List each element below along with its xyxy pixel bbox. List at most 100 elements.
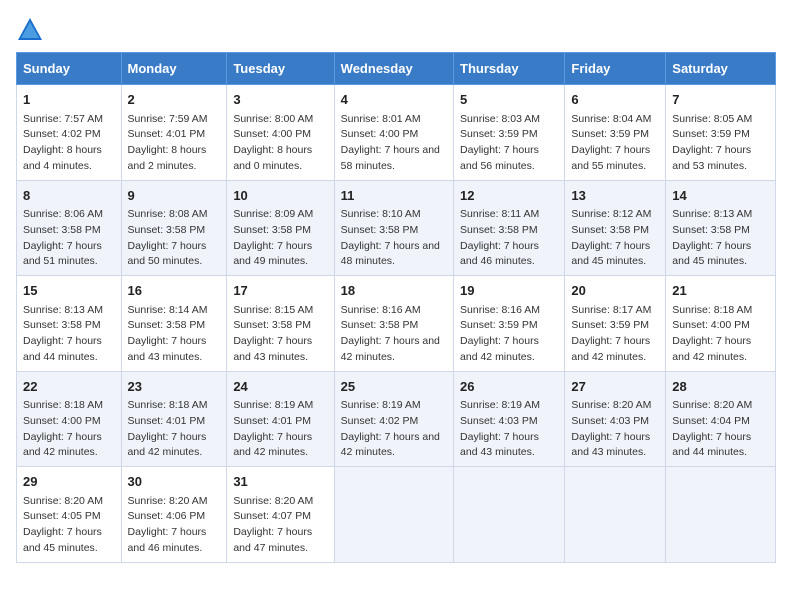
calendar-cell: 9Sunrise: 8:08 AMSunset: 3:58 PMDaylight…: [121, 180, 227, 276]
day-number: 27: [571, 377, 659, 397]
day-number: 17: [233, 281, 327, 301]
day-number: 22: [23, 377, 115, 397]
calendar-cell: 27Sunrise: 8:20 AMSunset: 4:03 PMDayligh…: [565, 371, 666, 467]
calendar-cell: 15Sunrise: 8:13 AMSunset: 3:58 PMDayligh…: [17, 276, 122, 372]
calendar-cell: 14Sunrise: 8:13 AMSunset: 3:58 PMDayligh…: [666, 180, 776, 276]
day-number: 21: [672, 281, 769, 301]
header-wednesday: Wednesday: [334, 53, 453, 85]
day-number: 12: [460, 186, 558, 206]
calendar-cell: 22Sunrise: 8:18 AMSunset: 4:00 PMDayligh…: [17, 371, 122, 467]
calendar-cell: 18Sunrise: 8:16 AMSunset: 3:58 PMDayligh…: [334, 276, 453, 372]
day-number: 15: [23, 281, 115, 301]
day-number: 26: [460, 377, 558, 397]
header-saturday: Saturday: [666, 53, 776, 85]
day-number: 6: [571, 90, 659, 110]
cell-info: Sunrise: 8:19 AMSunset: 4:02 PMDaylight:…: [341, 398, 447, 461]
calendar-cell: [334, 467, 453, 563]
cell-info: Sunrise: 8:01 AMSunset: 4:00 PMDaylight:…: [341, 112, 447, 175]
cell-info: Sunrise: 8:18 AMSunset: 4:00 PMDaylight:…: [672, 303, 769, 366]
cell-info: Sunrise: 8:18 AMSunset: 4:00 PMDaylight:…: [23, 398, 115, 461]
header-thursday: Thursday: [454, 53, 565, 85]
calendar-week-4: 22Sunrise: 8:18 AMSunset: 4:00 PMDayligh…: [17, 371, 776, 467]
calendar-cell: 26Sunrise: 8:19 AMSunset: 4:03 PMDayligh…: [454, 371, 565, 467]
calendar-cell: 19Sunrise: 8:16 AMSunset: 3:59 PMDayligh…: [454, 276, 565, 372]
header-tuesday: Tuesday: [227, 53, 334, 85]
cell-info: Sunrise: 8:03 AMSunset: 3:59 PMDaylight:…: [460, 112, 558, 175]
day-number: 11: [341, 186, 447, 206]
header-row: SundayMondayTuesdayWednesdayThursdayFrid…: [17, 53, 776, 85]
cell-info: Sunrise: 8:13 AMSunset: 3:58 PMDaylight:…: [23, 303, 115, 366]
cell-info: Sunrise: 8:14 AMSunset: 3:58 PMDaylight:…: [128, 303, 221, 366]
calendar-cell: [454, 467, 565, 563]
day-number: 24: [233, 377, 327, 397]
day-number: 25: [341, 377, 447, 397]
cell-info: Sunrise: 8:11 AMSunset: 3:58 PMDaylight:…: [460, 207, 558, 270]
calendar-cell: 30Sunrise: 8:20 AMSunset: 4:06 PMDayligh…: [121, 467, 227, 563]
calendar-cell: 13Sunrise: 8:12 AMSunset: 3:58 PMDayligh…: [565, 180, 666, 276]
header-sunday: Sunday: [17, 53, 122, 85]
calendar-cell: [666, 467, 776, 563]
day-number: 23: [128, 377, 221, 397]
calendar-cell: 20Sunrise: 8:17 AMSunset: 3:59 PMDayligh…: [565, 276, 666, 372]
cell-info: Sunrise: 8:08 AMSunset: 3:58 PMDaylight:…: [128, 207, 221, 270]
header-friday: Friday: [565, 53, 666, 85]
calendar-cell: 17Sunrise: 8:15 AMSunset: 3:58 PMDayligh…: [227, 276, 334, 372]
day-number: 18: [341, 281, 447, 301]
day-number: 13: [571, 186, 659, 206]
calendar-cell: 28Sunrise: 8:20 AMSunset: 4:04 PMDayligh…: [666, 371, 776, 467]
day-number: 16: [128, 281, 221, 301]
logo-icon: [16, 16, 44, 44]
day-number: 1: [23, 90, 115, 110]
day-number: 20: [571, 281, 659, 301]
cell-info: Sunrise: 8:17 AMSunset: 3:59 PMDaylight:…: [571, 303, 659, 366]
day-number: 7: [672, 90, 769, 110]
calendar-cell: 23Sunrise: 8:18 AMSunset: 4:01 PMDayligh…: [121, 371, 227, 467]
page-header: [16, 16, 776, 44]
calendar-cell: 21Sunrise: 8:18 AMSunset: 4:00 PMDayligh…: [666, 276, 776, 372]
cell-info: Sunrise: 8:04 AMSunset: 3:59 PMDaylight:…: [571, 112, 659, 175]
logo: [16, 16, 48, 44]
cell-info: Sunrise: 8:20 AMSunset: 4:07 PMDaylight:…: [233, 494, 327, 557]
calendar-week-3: 15Sunrise: 8:13 AMSunset: 3:58 PMDayligh…: [17, 276, 776, 372]
cell-info: Sunrise: 8:12 AMSunset: 3:58 PMDaylight:…: [571, 207, 659, 270]
calendar-cell: 8Sunrise: 8:06 AMSunset: 3:58 PMDaylight…: [17, 180, 122, 276]
calendar-cell: 25Sunrise: 8:19 AMSunset: 4:02 PMDayligh…: [334, 371, 453, 467]
calendar-week-5: 29Sunrise: 8:20 AMSunset: 4:05 PMDayligh…: [17, 467, 776, 563]
calendar-cell: 10Sunrise: 8:09 AMSunset: 3:58 PMDayligh…: [227, 180, 334, 276]
cell-info: Sunrise: 8:09 AMSunset: 3:58 PMDaylight:…: [233, 207, 327, 270]
day-number: 29: [23, 472, 115, 492]
cell-info: Sunrise: 8:19 AMSunset: 4:01 PMDaylight:…: [233, 398, 327, 461]
cell-info: Sunrise: 8:20 AMSunset: 4:03 PMDaylight:…: [571, 398, 659, 461]
calendar-cell: 4Sunrise: 8:01 AMSunset: 4:00 PMDaylight…: [334, 85, 453, 181]
calendar-cell: 24Sunrise: 8:19 AMSunset: 4:01 PMDayligh…: [227, 371, 334, 467]
day-number: 8: [23, 186, 115, 206]
day-number: 5: [460, 90, 558, 110]
cell-info: Sunrise: 8:06 AMSunset: 3:58 PMDaylight:…: [23, 207, 115, 270]
cell-info: Sunrise: 7:57 AMSunset: 4:02 PMDaylight:…: [23, 112, 115, 175]
cell-info: Sunrise: 7:59 AMSunset: 4:01 PMDaylight:…: [128, 112, 221, 175]
calendar-cell: 6Sunrise: 8:04 AMSunset: 3:59 PMDaylight…: [565, 85, 666, 181]
cell-info: Sunrise: 8:15 AMSunset: 3:58 PMDaylight:…: [233, 303, 327, 366]
day-number: 31: [233, 472, 327, 492]
calendar-week-2: 8Sunrise: 8:06 AMSunset: 3:58 PMDaylight…: [17, 180, 776, 276]
cell-info: Sunrise: 8:13 AMSunset: 3:58 PMDaylight:…: [672, 207, 769, 270]
cell-info: Sunrise: 8:18 AMSunset: 4:01 PMDaylight:…: [128, 398, 221, 461]
calendar-week-1: 1Sunrise: 7:57 AMSunset: 4:02 PMDaylight…: [17, 85, 776, 181]
calendar-cell: [565, 467, 666, 563]
cell-info: Sunrise: 8:19 AMSunset: 4:03 PMDaylight:…: [460, 398, 558, 461]
calendar-table: SundayMondayTuesdayWednesdayThursdayFrid…: [16, 52, 776, 563]
cell-info: Sunrise: 8:20 AMSunset: 4:06 PMDaylight:…: [128, 494, 221, 557]
day-number: 3: [233, 90, 327, 110]
calendar-cell: 12Sunrise: 8:11 AMSunset: 3:58 PMDayligh…: [454, 180, 565, 276]
day-number: 14: [672, 186, 769, 206]
day-number: 2: [128, 90, 221, 110]
cell-info: Sunrise: 8:16 AMSunset: 3:59 PMDaylight:…: [460, 303, 558, 366]
calendar-cell: 16Sunrise: 8:14 AMSunset: 3:58 PMDayligh…: [121, 276, 227, 372]
calendar-cell: 3Sunrise: 8:00 AMSunset: 4:00 PMDaylight…: [227, 85, 334, 181]
header-monday: Monday: [121, 53, 227, 85]
cell-info: Sunrise: 8:20 AMSunset: 4:05 PMDaylight:…: [23, 494, 115, 557]
day-number: 4: [341, 90, 447, 110]
day-number: 28: [672, 377, 769, 397]
calendar-cell: 1Sunrise: 7:57 AMSunset: 4:02 PMDaylight…: [17, 85, 122, 181]
day-number: 9: [128, 186, 221, 206]
